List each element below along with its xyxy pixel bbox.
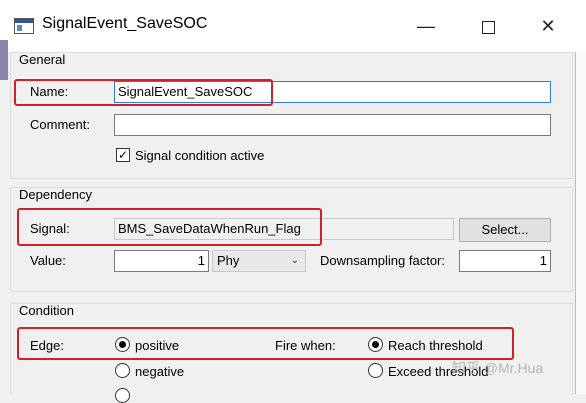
select-signal-button[interactable]: Select...: [459, 218, 551, 242]
signal-active-label[interactable]: Signal condition active: [135, 148, 264, 163]
comment-label: Comment:: [30, 117, 90, 132]
signal-highlight-box: [17, 208, 322, 246]
minimize-icon: —: [417, 16, 435, 36]
signal-active-checkbox[interactable]: ✓: [116, 148, 130, 162]
dependency-group-title: Dependency: [19, 187, 92, 202]
condition-highlight-box: [17, 327, 514, 360]
fire-exceed-radio[interactable]: [368, 363, 383, 378]
comment-field[interactable]: [114, 114, 551, 136]
downsampling-field[interactable]: 1: [459, 250, 551, 272]
unit-dropdown-value: Phy: [217, 253, 240, 268]
value-field[interactable]: 1: [114, 250, 209, 272]
close-icon: ✕: [540, 16, 556, 36]
minimize-button[interactable]: —: [404, 10, 448, 42]
general-group-title: General: [19, 52, 66, 67]
maximize-icon: [481, 20, 495, 34]
unit-dropdown[interactable]: Phy ⌄: [212, 250, 306, 272]
value-label: Value:: [30, 253, 66, 268]
background-window-edge: [575, 52, 586, 394]
condition-group-title: Condition: [19, 303, 74, 318]
background-window-strip: [0, 40, 8, 80]
maximize-button[interactable]: [466, 10, 510, 42]
watermark-text: 知乎 @Mr.Hua: [452, 360, 544, 376]
edge-negative-radio[interactable]: [115, 363, 130, 378]
edge-third-radio[interactable]: [115, 388, 130, 403]
window-title: SignalEvent_SaveSOC: [42, 15, 208, 32]
downsampling-label: Downsampling factor:: [320, 253, 445, 268]
title-bar: SignalEvent_SaveSOC — ✕: [0, 0, 586, 52]
app-window-icon: [14, 18, 34, 34]
close-button[interactable]: ✕: [526, 10, 570, 42]
chevron-down-icon: ⌄: [290, 255, 299, 266]
name-highlight-box: [14, 79, 273, 106]
edge-negative-label[interactable]: negative: [135, 364, 184, 379]
